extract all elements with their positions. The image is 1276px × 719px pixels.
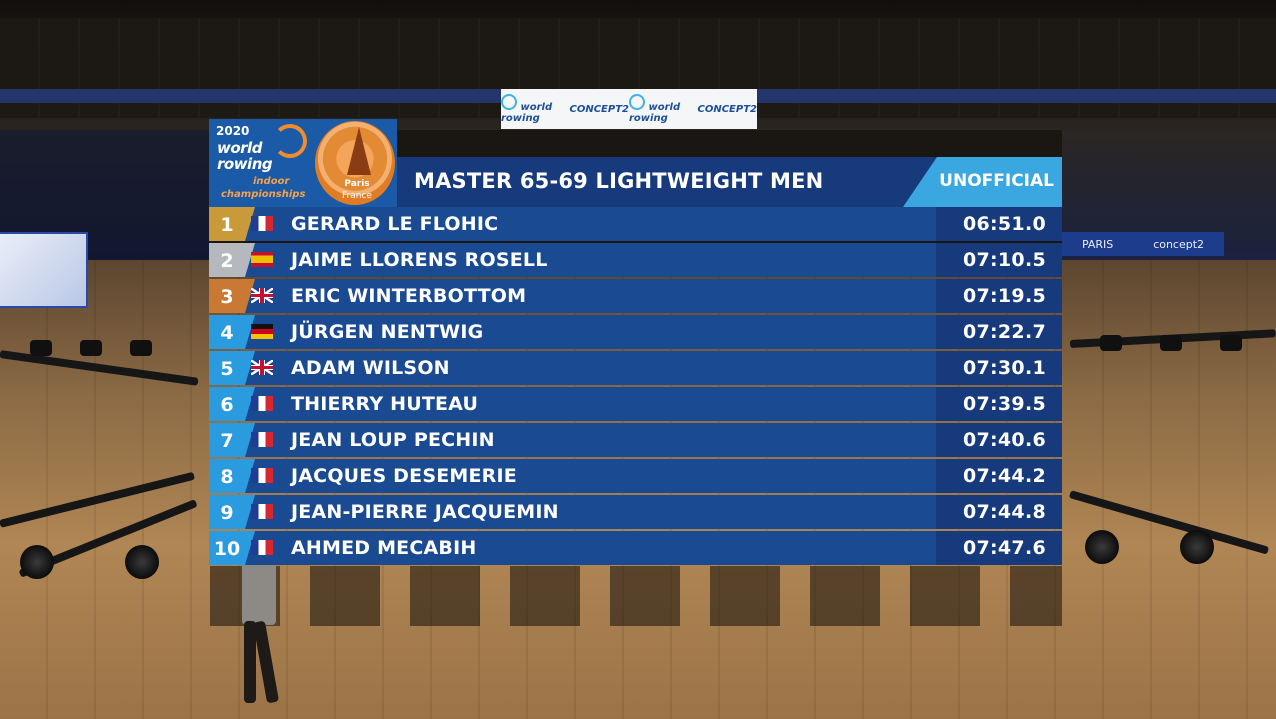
result-status: UNOFFICIAL	[939, 171, 1054, 191]
result-row: 7 JEAN LOUP PECHIN 07:40.6	[209, 423, 1062, 457]
result-row: 9 JEAN-PIERRE JACQUEMIN 07:44.8	[209, 495, 1062, 529]
finish-time: 07:39.5	[962, 393, 1046, 415]
logo-sub-line2: championships	[221, 189, 306, 200]
time-cell: 07:44.2	[936, 459, 1062, 493]
athlete-name: ADAM WILSON	[291, 357, 450, 379]
france-flag-icon	[251, 396, 273, 411]
results-list: 1 GERARD LE FLOHIC 06:51.0 2 JAIME LLORE…	[209, 207, 1062, 567]
athlete-name: THIERRY HUTEAU	[291, 393, 479, 415]
rank-number: 7	[209, 423, 245, 457]
athlete-name: JAIME LLORENS ROSELL	[291, 249, 548, 271]
finish-time: 07:10.5	[962, 249, 1046, 271]
france-flag-icon	[251, 540, 273, 555]
logo-brand-line2: rowing	[217, 155, 273, 173]
france-flag-icon	[251, 504, 273, 519]
athlete-name: GERARD LE FLOHIC	[291, 213, 499, 235]
seal-city: Paris	[344, 179, 370, 189]
rank-number: 1	[209, 207, 245, 241]
logo-year: 2020	[216, 124, 250, 138]
event-logo: 2020 world rowing indoor championships P…	[209, 119, 397, 207]
france-flag-icon	[251, 216, 273, 231]
time-cell: 07:39.5	[936, 387, 1062, 421]
logo-sub-line1: indoor	[253, 176, 290, 187]
time-cell: 06:51.0	[936, 207, 1062, 241]
france-flag-icon	[251, 468, 273, 483]
uk-flag-icon	[251, 288, 273, 303]
time-cell: 07:47.6	[936, 531, 1062, 565]
result-row: 3 ERIC WINTERBOTTOM 07:19.5	[209, 279, 1062, 313]
finish-time: 06:51.0	[962, 213, 1046, 235]
france-flag-icon	[251, 432, 273, 447]
rank-number: 4	[209, 315, 245, 349]
athlete-name: JACQUES DESEMERIE	[291, 465, 517, 487]
finish-time: 07:22.7	[962, 321, 1046, 343]
time-cell: 07:40.6	[936, 423, 1062, 457]
finish-time: 07:19.5	[962, 285, 1046, 307]
rank-number: 8	[209, 459, 245, 493]
paris-seal: Paris France	[313, 119, 397, 207]
result-row: 8 JACQUES DESEMERIE 07:44.2	[209, 459, 1062, 493]
time-cell: 07:44.8	[936, 495, 1062, 529]
uk-flag-icon	[251, 360, 273, 375]
result-row: 6 THIERRY HUTEAU 07:39.5	[209, 387, 1062, 421]
rank-number: 6	[209, 387, 245, 421]
event-title: MASTER 65-69 LIGHTWEIGHT MEN	[414, 169, 824, 193]
time-cell: 07:19.5	[936, 279, 1062, 313]
finish-time: 07:40.6	[962, 429, 1046, 451]
athlete-name: JEAN LOUP PECHIN	[291, 429, 495, 451]
seal-country: France	[342, 191, 372, 201]
athlete-name: JÜRGEN NENTWIG	[291, 321, 484, 343]
spain-flag-icon	[251, 252, 273, 267]
athlete-name: AHMED MECABIH	[291, 537, 477, 559]
time-cell: 07:22.7	[936, 315, 1062, 349]
finish-time: 07:47.6	[962, 537, 1046, 559]
rank-number: 10	[209, 531, 245, 565]
eiffel-tower-seal-icon: Paris France	[315, 121, 395, 205]
result-row: 2 JAIME LLORENS ROSELL 07:10.5	[209, 243, 1062, 277]
result-row: 1 GERARD LE FLOHIC 06:51.0	[209, 207, 1062, 241]
time-cell: 07:10.5	[936, 243, 1062, 277]
finish-time: 07:44.8	[962, 501, 1046, 523]
results-scoreboard: 2020 world rowing indoor championships P…	[0, 0, 1276, 719]
world-rowing-logo: 2020 world rowing indoor championships	[209, 119, 313, 207]
rank-number: 5	[209, 351, 245, 385]
rank-number: 9	[209, 495, 245, 529]
eiffel-tower-icon	[347, 127, 371, 175]
finish-time: 07:44.2	[962, 465, 1046, 487]
time-cell: 07:30.1	[936, 351, 1062, 385]
result-row: 10 AHMED MECABIH 07:47.6	[209, 531, 1062, 565]
result-row: 5 ADAM WILSON 07:30.1	[209, 351, 1062, 385]
world-rowing-ring-icon	[273, 124, 307, 158]
result-row: 4 JÜRGEN NENTWIG 07:22.7	[209, 315, 1062, 349]
germany-flag-icon	[251, 324, 273, 339]
rank-number: 3	[209, 279, 245, 313]
finish-time: 07:30.1	[962, 357, 1046, 379]
athlete-name: JEAN-PIERRE JACQUEMIN	[291, 501, 559, 523]
rank-number: 2	[209, 243, 245, 277]
athlete-name: ERIC WINTERBOTTOM	[291, 285, 527, 307]
